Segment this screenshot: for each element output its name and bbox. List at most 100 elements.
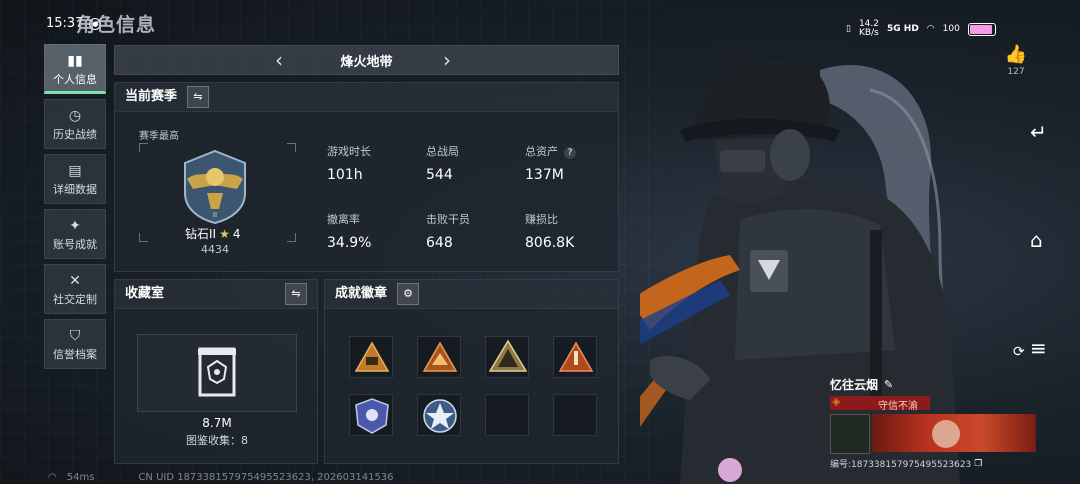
shield-icon: ⛉ xyxy=(69,328,81,344)
stat-item: 赚损比 806.8K xyxy=(525,211,574,251)
next-season-chevron-icon[interactable]: › xyxy=(443,48,451,72)
title-badge-icon: ◈ xyxy=(832,395,841,408)
like-count: 127 xyxy=(1007,67,1025,77)
season-title: 烽火地带 xyxy=(340,54,393,70)
current-season-panel: 当前赛季 ⇋ 赛季最高 II 钻石II ★ 4 4434 游戏时长 101h 总战局… xyxy=(114,82,619,272)
back-icon[interactable]: ↵ xyxy=(1030,120,1047,144)
home-icon[interactable]: ⌂ xyxy=(1030,228,1043,252)
stat-value: 137M xyxy=(525,167,564,183)
sidebar-item-label: 历史战绩 xyxy=(53,128,97,141)
card-banner xyxy=(872,414,1036,452)
player-avatar xyxy=(830,414,870,454)
battery-icon xyxy=(967,22,996,36)
achievement-badge-icon xyxy=(354,341,390,372)
sidebar-item-label: 信誉档案 xyxy=(53,348,97,361)
sidebar-item-label: 个人信息 xyxy=(53,73,97,86)
stat-item: 撤离率 34.9% xyxy=(327,211,371,251)
collection-title: 收藏室 xyxy=(125,286,165,301)
stat-value: 34.9% xyxy=(327,235,372,251)
achievement-badge-icon xyxy=(558,341,594,372)
achievement-badge[interactable] xyxy=(349,394,393,436)
rank-points: 4434 xyxy=(201,243,229,256)
player-name: 忆往云烟 xyxy=(830,378,879,392)
like-widget[interactable]: 👍 127 xyxy=(1004,44,1028,77)
menu-icon[interactable]: ≡ xyxy=(1030,336,1047,360)
battery-percent: 100 xyxy=(942,24,960,34)
achievement-badge[interactable] xyxy=(553,336,597,378)
footer: ◠ 54ms CN UID 187338157975495523623, 202… xyxy=(48,472,394,483)
achievement-badge-icon xyxy=(422,341,458,372)
rank-emblem-icon: II xyxy=(184,149,246,225)
status-bar-right: ▯ 14.2 KB/s 5G HD ◠ 100 xyxy=(846,20,996,38)
rank-star-icon: ★ xyxy=(219,226,230,241)
current-season-header: 当前赛季 ⇋ xyxy=(115,83,618,112)
sidebar-item-label: 社交定制 xyxy=(53,293,97,306)
star-badge-icon: ✦ xyxy=(69,218,81,234)
achievements-header: 成就徽章 ⚙ xyxy=(325,280,618,309)
thumbs-up-icon[interactable]: 👍 xyxy=(1005,44,1027,65)
stat-value: 544 xyxy=(426,167,453,183)
display-case-icon xyxy=(198,347,236,397)
swap-collection-button[interactable]: ⇋ xyxy=(285,283,307,305)
achievements-settings-gear-icon[interactable]: ⚙ xyxy=(397,283,420,305)
copy-icon[interactable]: ❐ xyxy=(974,459,982,469)
season-best-label: 赛季最高 xyxy=(139,131,179,142)
achievement-badge[interactable] xyxy=(349,336,393,378)
rank-line: 钻石II ★ 4 xyxy=(185,225,241,242)
svg-text:II: II xyxy=(213,211,217,219)
help-icon[interactable]: ? xyxy=(564,147,576,159)
rotate-icon[interactable]: ⟳ xyxy=(1013,344,1025,360)
stat-value: 648 xyxy=(426,235,453,251)
edit-pencil-icon[interactable]: ✎ xyxy=(884,378,893,391)
vibrate-icon: ▯ xyxy=(846,24,851,34)
stat-item: 游戏时长 101h xyxy=(327,143,371,183)
tools-icon: ✕ xyxy=(69,273,81,289)
stat-label: 赚损比 xyxy=(525,213,558,226)
folder-icon: ▤ xyxy=(68,163,82,179)
collection-panel: 收藏室 ⇋ 8.7M 图鉴收集：8 xyxy=(114,279,318,464)
frame-corner xyxy=(139,143,148,152)
network-speed: 14.2 KB/s xyxy=(858,19,879,38)
sidebar-item-5[interactable]: ⛉ 信誉档案 xyxy=(44,319,106,369)
achievement-badge[interactable] xyxy=(485,336,529,378)
wifi-signal-icon: ◠ xyxy=(48,472,57,483)
player-card[interactable]: 忆往云烟 ✎ ◈ 守信不渝 编号:187338157975495523623 ❐ xyxy=(830,376,1036,470)
stat-value: 806.8K xyxy=(525,235,575,251)
stat-item: 总资产? 137M xyxy=(525,143,576,183)
current-season-title: 当前赛季 xyxy=(125,89,178,104)
rank-name: 钻石II xyxy=(185,227,217,241)
sidebar-item-1[interactable]: ◷ 历史战绩 xyxy=(44,99,106,149)
stat-item: 总战局 544 xyxy=(426,143,459,183)
clock-icon: ◷ xyxy=(68,108,82,124)
swap-season-button[interactable]: ⇋ xyxy=(187,86,210,108)
player-motto: 守信不渝 xyxy=(878,401,918,412)
stat-item: 击败干员 648 xyxy=(426,211,470,251)
stat-label: 撤离率 xyxy=(327,213,360,226)
stat-label: 总资产 xyxy=(525,145,558,158)
card-art xyxy=(830,414,1036,454)
achievement-badge-icon xyxy=(355,398,389,434)
empty-badge-slot[interactable] xyxy=(553,394,597,436)
sidebar-item-4[interactable]: ✕ 社交定制 xyxy=(44,264,106,314)
side-nav: ▮▮ 个人信息 ◷ 历史战绩 ▤ 详细数据 ✦ 账号成就 ✕ 社交定制 ⛉ 信誉档案 xyxy=(44,44,106,374)
ping: 54ms xyxy=(66,472,95,483)
empty-badge-slot[interactable] xyxy=(485,394,529,436)
stat-value: 101h xyxy=(327,167,363,183)
achievement-badge[interactable] xyxy=(417,336,461,378)
sidebar-item-2[interactable]: ▤ 详细数据 xyxy=(44,154,106,204)
achievement-badge[interactable] xyxy=(417,394,461,436)
achievement-badge-icon xyxy=(423,399,457,433)
sidebar-item-label: 详细数据 xyxy=(53,183,97,196)
frame-corner xyxy=(139,233,148,242)
achievement-badge-icon xyxy=(488,339,528,372)
collection-header: 收藏室 ⇋ xyxy=(115,280,317,309)
season-selector: ‹ 烽火地带 › xyxy=(114,45,619,75)
sidebar-item-3[interactable]: ✦ 账号成就 xyxy=(44,209,106,259)
account-uid: CN UID 187338157975495523623, 2026031415… xyxy=(138,472,394,483)
collection-display[interactable] xyxy=(137,334,297,412)
sidebar-item-0[interactable]: ▮▮ 个人信息 xyxy=(44,44,106,94)
prev-season-chevron-icon[interactable]: ‹ xyxy=(275,48,283,72)
frame-corner xyxy=(287,233,296,242)
catalog-count: 图鉴收集：8 xyxy=(186,434,248,447)
sidebar-item-label: 账号成就 xyxy=(53,238,97,251)
